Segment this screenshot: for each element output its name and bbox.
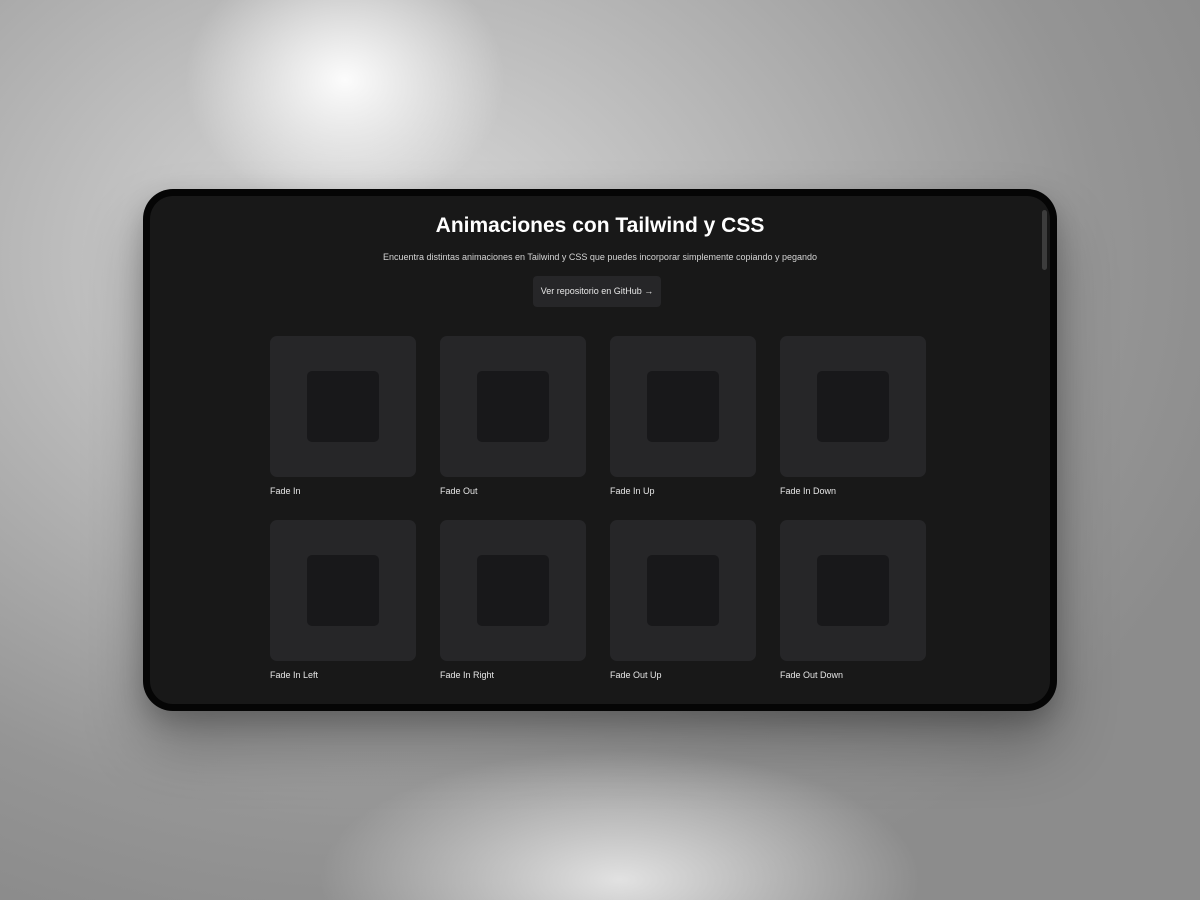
animation-label: Fade In Up xyxy=(610,486,655,496)
animation-label: Fade Out Up xyxy=(610,670,662,680)
animation-label: Fade In Left xyxy=(270,670,319,680)
animation-label: Fade In Right xyxy=(440,670,495,680)
animation-card-fade-in-down[interactable]: Fade In Down xyxy=(780,336,926,496)
animation-preview[interactable] xyxy=(270,520,416,661)
animation-card-fade-out-down[interactable]: Fade Out Down xyxy=(780,520,926,680)
device-frame: Animaciones con Tailwind y CSS Encuentra… xyxy=(143,189,1057,711)
animation-label: Fade In Down xyxy=(780,486,837,496)
animation-card-fade-out[interactable]: Fade Out xyxy=(440,336,586,496)
animation-preview[interactable] xyxy=(440,520,586,661)
animation-card-fade-in-left[interactable]: Fade In Left xyxy=(270,520,416,680)
animation-card-fade-in-up[interactable]: Fade In Up xyxy=(610,336,756,496)
page-subtitle: Encuentra distintas animaciones en Tailw… xyxy=(382,252,818,262)
animation-card-fade-out-up[interactable]: Fade Out Up xyxy=(610,520,756,680)
animated-square xyxy=(817,371,889,442)
animated-square xyxy=(477,371,549,442)
page-title: Animaciones con Tailwind y CSS xyxy=(435,214,765,237)
animated-square xyxy=(307,555,379,626)
animation-preview[interactable] xyxy=(440,336,586,477)
animation-preview[interactable] xyxy=(780,520,926,661)
animated-square xyxy=(647,371,719,442)
browser-screen: Animaciones con Tailwind y CSS Encuentra… xyxy=(150,196,1050,704)
animation-label: Fade Out xyxy=(440,486,478,496)
animation-preview[interactable] xyxy=(610,336,756,477)
animated-square xyxy=(817,555,889,626)
animated-square xyxy=(477,555,549,626)
animation-preview[interactable] xyxy=(780,336,926,477)
animation-preview[interactable] xyxy=(270,336,416,477)
animated-square xyxy=(647,555,719,626)
animation-card-fade-in-right[interactable]: Fade In Right xyxy=(440,520,586,680)
animation-card-fade-in[interactable]: Fade In xyxy=(270,336,416,496)
animation-preview[interactable] xyxy=(610,520,756,661)
animation-label: Fade In xyxy=(270,486,301,496)
github-repo-button[interactable]: Ver repositorio en GitHub → xyxy=(533,276,661,307)
animated-square xyxy=(307,371,379,442)
animation-label: Fade Out Down xyxy=(780,670,844,680)
